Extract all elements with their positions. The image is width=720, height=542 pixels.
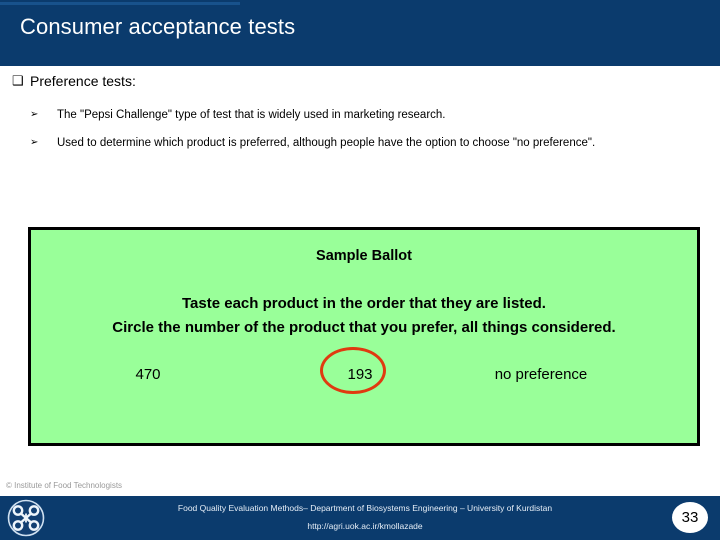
arrowhead-bullet-icon: ➢ <box>30 109 39 120</box>
sub-bullet-preference-determination-label: Used to determine which product is prefe… <box>57 137 596 149</box>
slide-title-bar: Consumer acceptance tests <box>0 0 720 66</box>
ballot-options-row: 470 193 no preference <box>31 358 697 408</box>
sample-ballot-box: Sample Ballot Taste each product in the … <box>28 227 700 446</box>
ballot-title: Sample Ballot <box>316 248 412 264</box>
university-of-kurdistan-logo-icon <box>6 499 46 537</box>
ballot-option-470[interactable]: 470 <box>103 358 193 392</box>
hollow-square-bullet-icon: ❑ <box>12 73 24 88</box>
credit-line: © Institute of Food Technologists <box>6 481 123 490</box>
page-number-badge: 33 <box>672 502 708 533</box>
title-accent-line <box>0 2 240 5</box>
ballot-instruction-line-2: Circle the number of the product that yo… <box>112 319 616 336</box>
footer-url-line[interactable]: http://agri.uok.ac.ir/kmollazade <box>90 520 640 532</box>
ballot-option-193[interactable]: 193 <box>315 358 405 392</box>
slide-canvas: Consumer acceptance tests ❑ Preference t… <box>0 0 720 540</box>
slide-footer-bar: Food Quality Evaluation Methods– Departm… <box>0 496 720 540</box>
bullet-preference-tests: ❑ Preference tests: <box>12 70 702 92</box>
sub-bullet-preference-determination: ➢ Used to determine which product is pre… <box>30 130 695 156</box>
sub-bullet-pepsi-challenge: ➢ The "Pepsi Challenge" type of test tha… <box>30 102 695 128</box>
bullet-preference-tests-label: Preference tests: <box>30 73 136 89</box>
arrowhead-bullet-icon: ➢ <box>30 137 39 148</box>
ballot-option-no-preference[interactable]: no preference <box>451 358 631 392</box>
footer-course-line: Food Quality Evaluation Methods– Departm… <box>177 503 553 513</box>
sub-bullet-pepsi-challenge-label: The "Pepsi Challenge" type of test that … <box>57 109 446 121</box>
page-title: Consumer acceptance tests <box>20 14 296 39</box>
ballot-instructions: Taste each product in the order that the… <box>31 292 697 340</box>
ballot-instruction-line-1: Taste each product in the order that the… <box>182 295 546 312</box>
